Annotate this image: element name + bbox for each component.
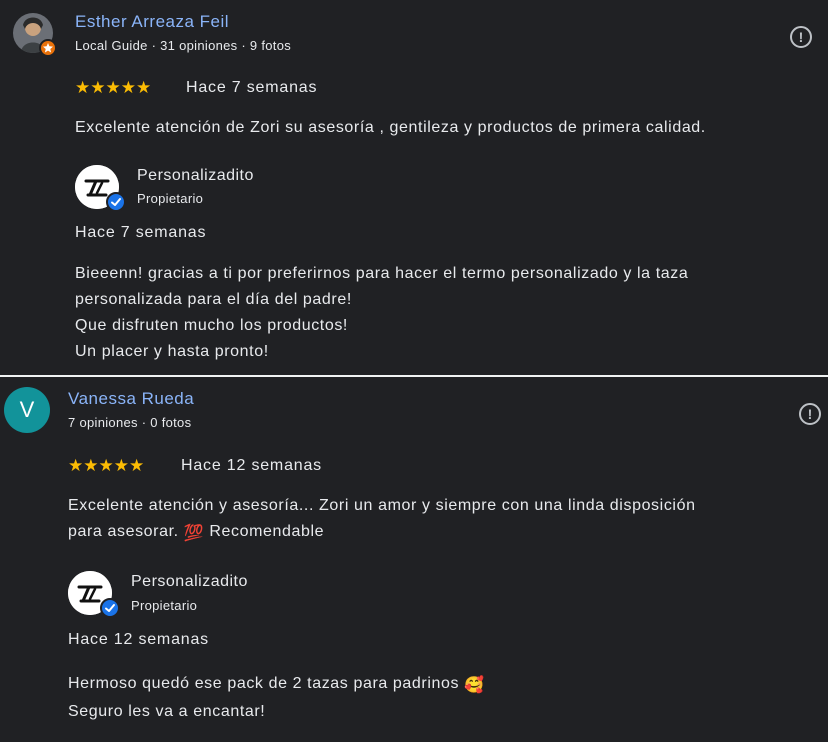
hundred-points-emoji: 💯 bbox=[183, 525, 205, 542]
reply-line: Seguro les va a encantar! bbox=[68, 703, 266, 720]
review-text-line: para asesorar. 💯 Recomendable bbox=[68, 519, 818, 547]
star-rating: ★★★★★ bbox=[68, 456, 145, 475]
reply-line: Hermoso quedó ese pack de 2 tazas para p… bbox=[68, 671, 818, 699]
owner-name: Personalizadito bbox=[131, 573, 248, 590]
report-flag-icon[interactable]: ! bbox=[790, 26, 812, 48]
review-text-line: Excelente atención y asesoría... Zori un… bbox=[68, 497, 696, 514]
review-text: Excelente atención y asesoría... Zori un… bbox=[68, 493, 818, 547]
owner-role: Propietario bbox=[131, 598, 198, 613]
review-time: Hace 12 semanas bbox=[181, 457, 322, 474]
review-text: Excelente atención de Zori su asesoría ,… bbox=[75, 119, 706, 136]
star-rating: ★★★★★ bbox=[75, 78, 152, 97]
reply-line: Un placer y hasta pronto! bbox=[75, 343, 269, 360]
author-name-link[interactable]: Vanessa Rueda bbox=[68, 389, 194, 409]
review-time: Hace 7 semanas bbox=[186, 79, 318, 96]
local-guide-badge-icon bbox=[39, 39, 57, 57]
author-meta: 7 opiniones · 0 fotos bbox=[68, 415, 192, 430]
reply-line: Que disfruten mucho los productos! bbox=[75, 317, 348, 334]
reply-line: Bieeenn! gracias a ti por preferirnos pa… bbox=[75, 265, 689, 282]
review-card: Esther Arreaza Feil Local Guide · 31 opi… bbox=[0, 0, 828, 376]
smiling-hearts-emoji: 🥰 bbox=[464, 677, 485, 694]
reply-time: Hace 12 semanas bbox=[68, 631, 209, 648]
author-name-link[interactable]: Esther Arreaza Feil bbox=[75, 12, 229, 32]
reply-time: Hace 7 semanas bbox=[75, 224, 207, 241]
owner-name: Personalizadito bbox=[137, 167, 254, 184]
reply-text: Bieeenn! gracias a ti por preferirnos pa… bbox=[75, 261, 820, 365]
reply-line: personalizada para el día del padre! bbox=[75, 291, 352, 308]
author-avatar[interactable]: V bbox=[4, 387, 50, 433]
reply-text: Hermoso quedó ese pack de 2 tazas para p… bbox=[68, 671, 818, 725]
owner-role: Propietario bbox=[137, 191, 204, 206]
verified-check-icon bbox=[106, 192, 126, 212]
report-flag-icon[interactable]: ! bbox=[799, 403, 821, 425]
verified-check-icon bbox=[100, 598, 120, 618]
author-meta: Local Guide · 31 opiniones · 9 fotos bbox=[75, 38, 292, 53]
review-card: V Vanessa Rueda 7 opiniones · 0 fotos ! … bbox=[0, 377, 828, 742]
